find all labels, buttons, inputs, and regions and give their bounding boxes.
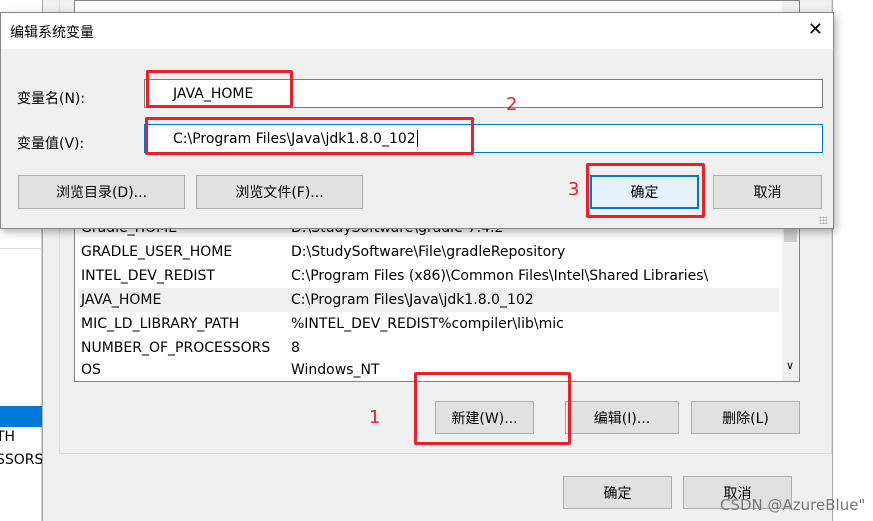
annotation-box-1 (414, 372, 571, 445)
close-icon[interactable]: ✕ (808, 19, 823, 40)
var-value: %INTEL_DEV_REDIST%compiler\lib\mic (291, 316, 564, 332)
dialog-title: 编辑系统变量 (10, 25, 94, 41)
divider (0, 248, 42, 249)
var-value: D:\StudySoftware\File\gradleRepository (291, 244, 566, 260)
delete-button[interactable]: 删除(L) (691, 401, 800, 434)
table-row[interactable]: MIC_LD_LIBRARY_PATH %INTEL_DEV_REDIST%com… (74, 312, 779, 336)
var-name: INTEL_DEV_REDIST (81, 268, 215, 284)
var-value: 8 (291, 340, 300, 356)
dialog-cancel-button[interactable]: 取消 (713, 175, 822, 209)
left-list-selected-item[interactable] (0, 406, 42, 427)
watermark: CSDN @AzureBlue" (720, 496, 866, 514)
annotation-number: 3 (568, 179, 580, 200)
table-row[interactable]: GRADLE_USER_HOME D:\StudySoftware\File\gr… (74, 240, 779, 264)
annotation-box-value (145, 117, 474, 155)
name-label: 变量名(N): (17, 91, 86, 107)
table-row[interactable]: INTEL_DEV_REDIST C:\Program Files (x86)\C… (74, 264, 779, 288)
var-name: MIC_LD_LIBRARY_PATH (81, 316, 240, 332)
scroll-down-icon[interactable]: ∨ (786, 359, 794, 372)
table-row[interactable]: NUMBER_OF_PROCESSORS 8 (74, 336, 779, 360)
edit-button[interactable]: 编辑(I)... (565, 401, 679, 434)
left-list-item[interactable]: TH (0, 429, 15, 445)
var-name: NUMBER_OF_PROCESSORS (81, 340, 271, 356)
left-list[interactable]: TH SSORS (0, 228, 43, 521)
var-name: GRADLE_USER_HOME (81, 244, 233, 260)
resize-grip-icon[interactable] (819, 216, 827, 224)
browse-file-button[interactable]: 浏览文件(F)... (196, 175, 363, 209)
table-row-selected[interactable]: JAVA_HOME C:\Program Files\Java\jdk1.8.0_… (78, 288, 779, 312)
ok-button[interactable]: 确定 (563, 476, 672, 509)
browse-directory-button[interactable]: 浏览目录(D)... (18, 175, 185, 209)
var-name: OS (81, 362, 101, 378)
value-label: 变量值(V): (17, 136, 85, 152)
var-value: C:\Program Files (x86)\Common Files\Inte… (291, 268, 709, 284)
title-bar: 编辑系统变量 ✕ (1, 13, 833, 49)
annotation-number: 2 (506, 94, 518, 115)
annotation-box-name (146, 70, 293, 108)
annotation-number: 1 (369, 407, 381, 428)
var-value: C:\Program Files\Java\jdk1.8.0_102 (291, 292, 534, 308)
var-name: JAVA_HOME (81, 292, 162, 308)
left-list-item[interactable]: SSORS (0, 452, 43, 468)
var-value: Windows_NT (291, 362, 380, 378)
annotation-box-3 (586, 163, 705, 218)
